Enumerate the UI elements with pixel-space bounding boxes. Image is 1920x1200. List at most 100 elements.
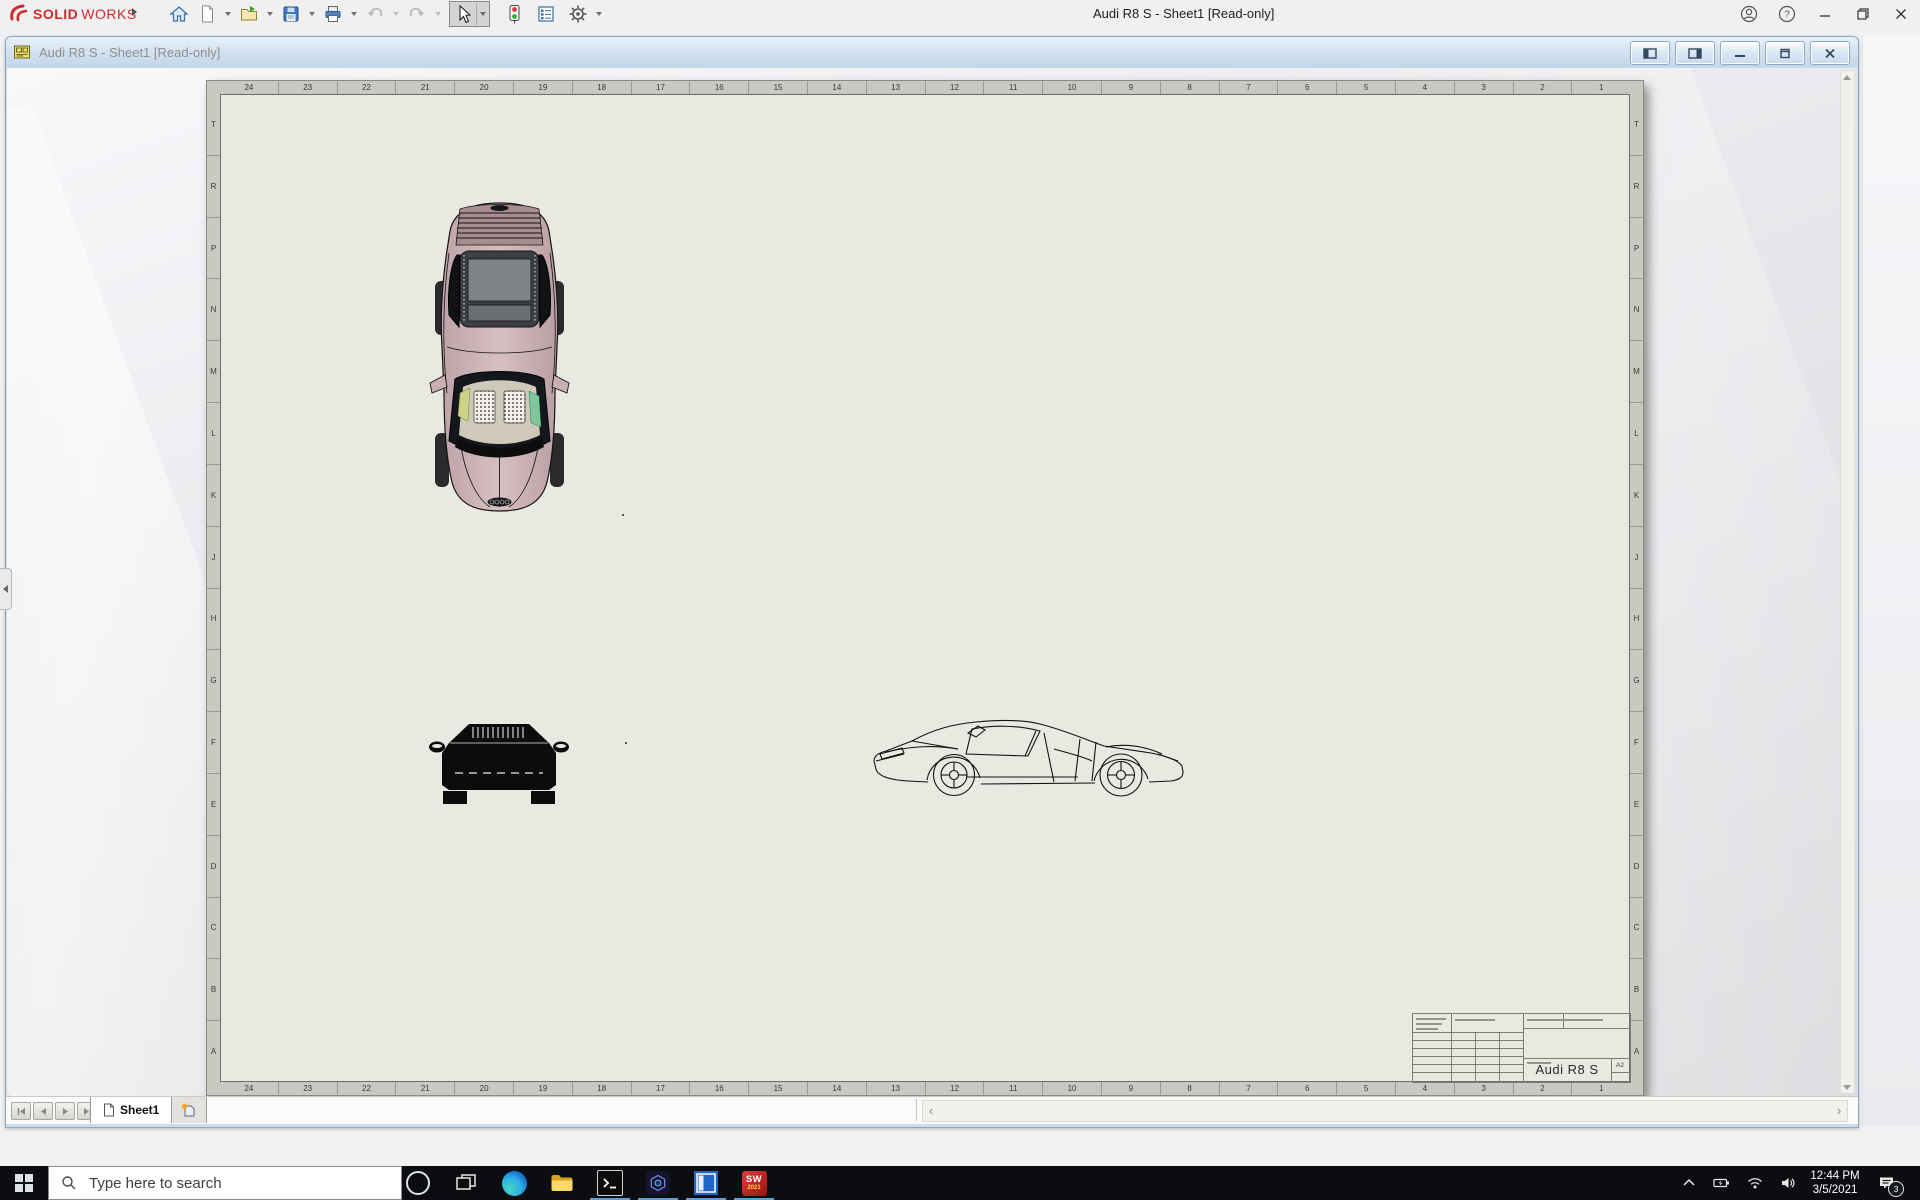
drawing-sheet[interactable]: 24 23 22 21 20 19 18 17 16 15 14 13 12 11 10 9 8 7 6 5 4 3 2 1 … [206,80,1644,1096]
taskbar-item-cortana[interactable] [394,1166,442,1200]
print-dropdown[interactable] [348,2,360,26]
scroll-up-arrow[interactable] [1841,71,1852,83]
taskbar-item-3d-viewer[interactable] [634,1166,682,1200]
action-center-button[interactable]: 3 [1866,1166,1906,1200]
wifi-button[interactable] [1738,1166,1771,1200]
hidden-icons-button[interactable] [1672,1166,1705,1200]
options-dropdown[interactable] [593,2,605,26]
rebuild-button[interactable] [501,2,527,26]
account-button[interactable] [1736,2,1762,26]
zone-ruler-right: T RPNMLKJHGFEDCBA [1630,94,1643,1082]
doc-restore-button[interactable] [1765,41,1805,65]
menu-expander-arrow[interactable] [132,8,137,16]
taskbar-item-command-prompt[interactable] [586,1166,634,1200]
doc-close-button[interactable] [1810,41,1850,65]
help-button[interactable]: ? [1774,2,1800,26]
undo-dropdown[interactable] [390,2,402,26]
graphics-viewport[interactable]: 24 23 22 21 20 19 18 17 16 15 14 13 12 11 10 9 8 7 6 5 4 3 2 1 … [7,68,1857,1096]
add-sheet-tab[interactable] [172,1097,208,1123]
task-pane-collapsed[interactable] [1862,36,1920,1126]
scroll-right-arrow[interactable]: › [1831,1102,1847,1120]
titleblock-microtext [1569,1019,1603,1021]
zone-label: L [207,402,220,464]
sw-icon-letters: SW [745,1173,763,1185]
display-properties-button[interactable] [533,2,559,26]
windows-taskbar: SW 2021 [0,1166,1920,1200]
zone-label: 4 [1394,81,1454,94]
print-button[interactable] [320,2,346,26]
minimize-button[interactable] [1812,2,1838,26]
zone-label: M [207,340,220,402]
taskbar-search[interactable] [48,1166,402,1200]
taskbar-item-task-view[interactable] [442,1166,490,1200]
close-button[interactable] [1888,2,1914,26]
zone-label: 16 [689,81,748,94]
vertical-scrollbar[interactable] [1840,70,1855,1094]
taskbar-item-file-explorer[interactable] [538,1166,586,1200]
photos-icon [694,1171,718,1195]
battery-icon [1713,1178,1729,1188]
options-gear-icon [569,5,587,23]
chevron-up-icon [1682,1178,1695,1186]
new-file-icon [202,5,213,23]
zone-label: K [207,463,220,526]
taskbar-item-edge[interactable] [490,1166,538,1200]
taskbar-item-photos[interactable] [682,1166,730,1200]
drawing-view-side[interactable] [868,709,1193,809]
options-button[interactable] [565,2,591,26]
document-titlebar[interactable]: Audi R8 S - Sheet1 [Read-only] [6,37,1858,67]
tab-sheet1[interactable]: Sheet1 [90,1097,173,1123]
zone-label: H [1630,587,1643,650]
select-tool-button[interactable] [449,1,490,27]
zone-label: 24 [244,83,254,92]
zone-label: 22 [336,81,396,94]
next-sheet-button[interactable] [55,1102,75,1120]
solidworks-logo: SOLID WORKS [8,4,137,24]
restore-button[interactable] [1850,2,1876,26]
pane-left-button[interactable] [1630,41,1670,65]
doc-minimize-icon [1735,54,1745,57]
sheet-tab-label: Sheet1 [120,1103,160,1117]
zone-label: 12 [924,1082,984,1095]
doc-restore-icon [1780,48,1790,58]
redo-dropdown[interactable] [432,2,444,26]
doc-close-icon [1825,48,1835,58]
doc-minimize-button[interactable] [1720,41,1760,65]
volume-button[interactable] [1771,1166,1804,1200]
select-tool-dropdown[interactable] [477,2,489,26]
zone-ruler-top: 24 23 22 21 20 19 18 17 16 15 14 13 12 11 10 9 8 7 6 5 4 3 2 1 [220,81,1630,94]
wifi-icon [1747,1178,1762,1189]
battery-button[interactable] [1705,1166,1738,1200]
scroll-down-arrow[interactable] [1841,1081,1852,1093]
featuremanager-collapse-arrow[interactable] [0,568,12,610]
open-dropdown[interactable] [264,2,276,26]
clock-date: 3/5/2021 [1812,1184,1858,1196]
drawing-view-top[interactable] [427,197,572,517]
search-input[interactable] [87,1173,371,1193]
scroll-left-arrow[interactable]: ‹ [923,1102,939,1120]
save-button[interactable] [278,2,304,26]
start-button[interactable] [0,1166,48,1200]
zone-label: 15 [748,1082,807,1095]
solidworks-logo-icon [10,4,28,22]
redo-button[interactable] [404,2,430,26]
zone-label: L [1630,402,1643,464]
open-button[interactable] [236,2,262,26]
taskbar-item-solidworks[interactable]: SW 2021 [730,1166,778,1200]
drawing-view-front[interactable] [429,711,569,806]
undo-icon [368,7,383,17]
first-sheet-button[interactable] [11,1102,31,1120]
zone-label: G [207,649,220,711]
pane-right-button[interactable] [1675,41,1715,65]
taskbar-clock[interactable]: 12:44 PM 3/5/2021 [1804,1169,1866,1197]
svg-text:?: ? [1784,10,1790,21]
prev-sheet-button[interactable] [33,1102,53,1120]
horizontal-scrollbar[interactable]: ‹ › [922,1100,1848,1122]
new-file-dropdown[interactable] [222,2,234,26]
home-button[interactable] [166,2,192,26]
save-dropdown[interactable] [306,2,318,26]
tab-scroll-splitter[interactable] [916,1099,917,1121]
undo-button[interactable] [362,2,388,26]
new-file-button[interactable] [194,2,220,26]
zone-label: 15 [748,81,807,94]
